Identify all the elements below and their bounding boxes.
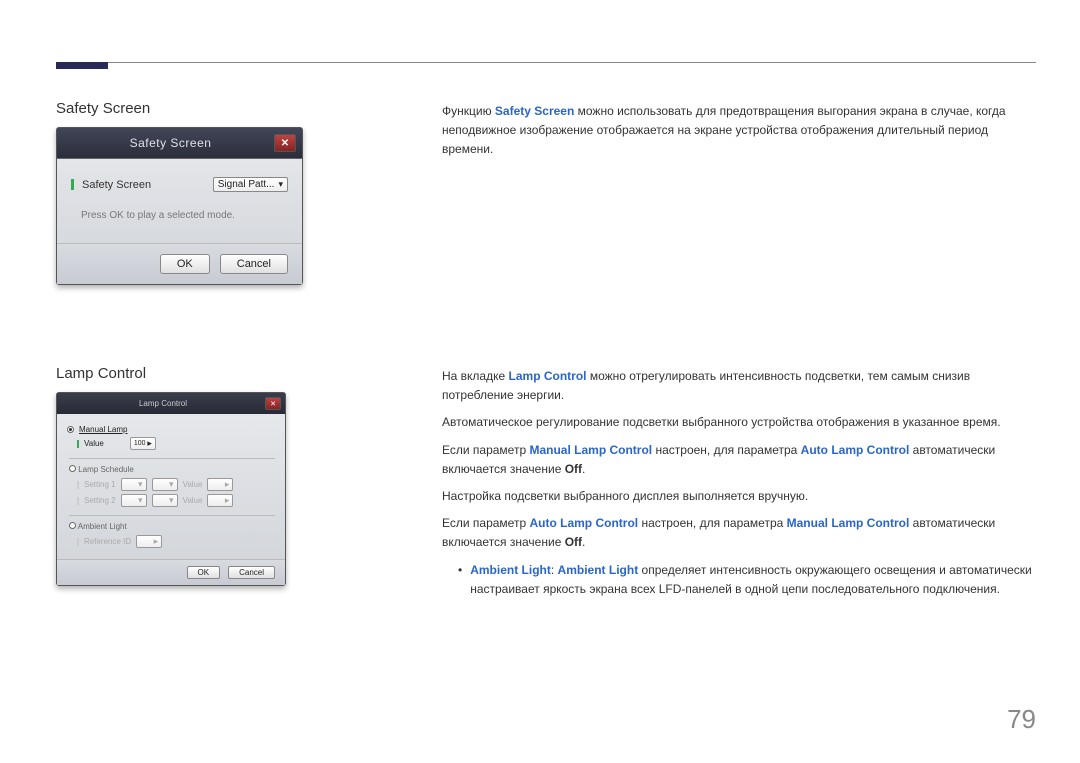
safety-screen-dialog: Safety Screen ✕ Safety Screen Signal Pat…: [56, 127, 303, 285]
safety-screen-heading: Safety Screen: [56, 100, 406, 117]
radio-icon[interactable]: [69, 465, 76, 472]
chevron-right-icon: ▸: [147, 438, 152, 449]
lamp-desc-p3: Если параметр Manual Lamp Control настро…: [442, 441, 1040, 479]
radio-icon[interactable]: [67, 426, 74, 433]
lamp-control-section: Lamp Control Lamp Control ✕ Manual Lamp: [56, 365, 1040, 599]
ok-button[interactable]: OK: [187, 566, 221, 579]
lamp-control-heading: Lamp Control: [56, 365, 406, 382]
lamp-desc-p2: Автоматическое регулирование подсветки в…: [442, 413, 1040, 432]
value-select[interactable]: 100 ▸: [130, 437, 156, 450]
lamp-control-dialog: Lamp Control ✕ Manual Lamp Value: [56, 392, 286, 586]
ambient-light-label: Ambient Light: [78, 522, 127, 531]
safety-screen-section: Safety Screen Safety Screen ✕ Safety Scr…: [56, 100, 1040, 285]
dialog-titlebar: Safety Screen ✕: [57, 128, 302, 159]
cancel-button[interactable]: Cancel: [220, 254, 288, 274]
lamp-desc-p1: На вкладке Lamp Control можно отрегулиро…: [442, 367, 1040, 405]
dialog-hint: Press OK to play a selected mode.: [81, 210, 288, 221]
accent-bar-icon: [71, 179, 74, 190]
lamp-desc-p4: Настройка подсветки выбранного дисплея в…: [442, 487, 1040, 506]
dialog-title: Safety Screen: [67, 136, 274, 150]
close-icon[interactable]: ✕: [274, 134, 296, 152]
accent-bar-icon: [77, 440, 79, 448]
safety-screen-label: Safety Screen: [82, 179, 151, 191]
close-icon[interactable]: ✕: [265, 397, 281, 410]
cancel-button[interactable]: Cancel: [228, 566, 275, 579]
header-rule: [56, 62, 1036, 63]
page-number: 79: [1007, 704, 1036, 735]
signal-pattern-select[interactable]: Signal Patt... ▾: [213, 177, 288, 192]
lamp-desc-p5: Если параметр Auto Lamp Control настроен…: [442, 514, 1040, 552]
value-label: Value: [84, 439, 104, 448]
ok-button[interactable]: OK: [160, 254, 210, 274]
lamp-schedule-label: Lamp Schedule: [78, 465, 134, 474]
radio-icon[interactable]: [69, 522, 76, 529]
bullet-icon: •: [458, 561, 462, 599]
safety-screen-description: Функцию Safety Screen можно использовать…: [442, 102, 1040, 160]
manual-lamp-label: Manual Lamp: [79, 425, 127, 434]
lamp-bullet: • Ambient Light: Ambient Light определяе…: [458, 561, 1040, 599]
dialog-title: Lamp Control: [61, 399, 265, 408]
chevron-down-icon: ▾: [278, 179, 283, 190]
header-accent: [56, 62, 108, 69]
